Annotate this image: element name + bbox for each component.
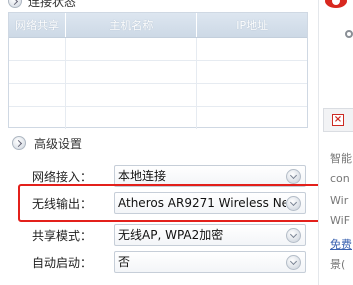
advanced-section-title: 高级设置 (34, 136, 83, 151)
table-cell (197, 38, 307, 60)
chevron-down-icon[interactable] (286, 169, 301, 184)
side-text-line: 景( (330, 258, 346, 271)
table-cell (66, 38, 197, 60)
table-row (9, 61, 307, 84)
column-header-host-name: 主机名称 (66, 13, 198, 37)
table-cell (66, 84, 197, 106)
table-row (9, 107, 307, 129)
connection-section-title: 连接状态 (28, 0, 77, 9)
table-row (9, 84, 307, 107)
table-cell (197, 61, 307, 83)
table-cell (197, 84, 307, 106)
collapse-toggle-icon[interactable] (8, 0, 22, 8)
auto-start-label: 自动启动： (32, 255, 93, 270)
search-icon[interactable] (345, 30, 353, 38)
auto-start-row: 自动启动： 否 (32, 251, 308, 273)
chevron-down-icon[interactable] (286, 228, 301, 243)
side-text-line: 智能 (330, 152, 352, 165)
share-mode-value: 无线AP, WPA2加密 (118, 228, 224, 242)
side-text-line: WiF (330, 214, 351, 227)
side-text-link[interactable]: 免费 (330, 236, 352, 252)
side-text-line: Wir (330, 194, 349, 207)
eye-icon[interactable] (325, 0, 347, 8)
connection-section-header[interactable]: 连接状态 (8, 0, 76, 10)
network-access-value: 本地连接 (118, 169, 167, 183)
table-cell (197, 107, 307, 129)
side-text-line: con (330, 172, 350, 185)
highlight-annotation (18, 184, 328, 222)
table-cell (9, 61, 66, 83)
table-cell (9, 107, 66, 129)
connection-table: 网络共享 主机名称 IP地址 (8, 12, 308, 129)
network-access-label: 网络接入： (32, 169, 93, 184)
share-mode-row: 共享模式： 无线AP, WPA2加密 (32, 224, 308, 246)
table-cell (9, 38, 66, 60)
table-row (9, 38, 307, 61)
table-cell (66, 107, 197, 129)
advanced-section-header[interactable]: 高级设置 (12, 135, 82, 151)
auto-start-select[interactable]: 否 (114, 251, 306, 273)
auto-start-value: 否 (118, 255, 131, 269)
column-header-ip-address: IP地址 (236, 19, 269, 32)
table-cell (66, 61, 197, 83)
chevron-down-icon[interactable] (286, 255, 301, 270)
side-panel-tab: × (323, 108, 353, 132)
share-mode-label: 共享模式： (32, 228, 93, 243)
right-side-panel: × 智能 con Wir WiF 免费 景( (318, 0, 353, 285)
table-cell (9, 84, 66, 106)
column-header-network-share: 网络共享 (9, 13, 67, 37)
share-mode-select[interactable]: 无线AP, WPA2加密 (114, 224, 306, 246)
connection-table-header: 网络共享 主机名称 IP地址 (9, 13, 307, 38)
close-icon[interactable]: × (332, 114, 344, 126)
main-panel: 连接状态 网络共享 主机名称 IP地址 高级设置 网络接入： 本地连接 无线输出… (0, 0, 328, 285)
collapse-toggle-icon[interactable] (12, 136, 26, 150)
